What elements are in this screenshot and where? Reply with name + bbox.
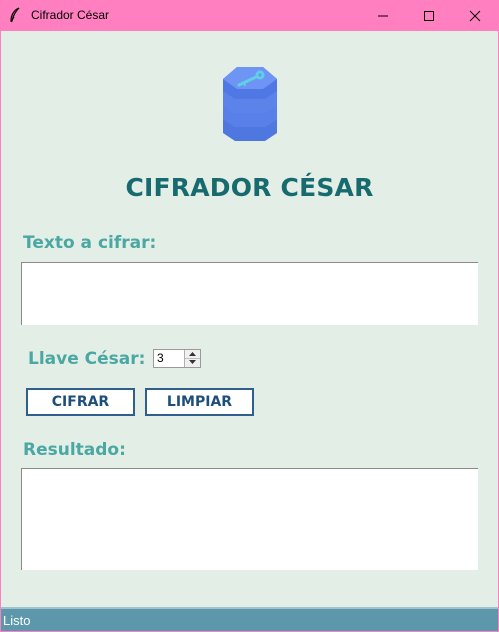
result-output[interactable] — [21, 468, 478, 570]
limpiar-button[interactable]: LIMPIAR — [145, 388, 254, 416]
key-label: Llave César: — [28, 349, 146, 369]
maximize-button[interactable] — [406, 0, 452, 31]
result-label: Resultado: — [23, 440, 126, 460]
spin-arrows — [184, 350, 200, 367]
close-icon — [469, 10, 481, 21]
key-spinbox[interactable]: 3 — [153, 349, 201, 368]
status-bar: Listo — [1, 607, 498, 631]
app-body: CIFRADOR CÉSAR Texto a cifrar: Llave Cés… — [1, 31, 498, 631]
cifrar-button[interactable]: CIFRAR — [26, 388, 135, 416]
text-input[interactable] — [21, 262, 478, 325]
chevron-up-icon — [189, 352, 196, 356]
chevron-down-icon — [189, 360, 196, 364]
key-value[interactable]: 3 — [157, 351, 164, 365]
title-bar[interactable]: Cifrador César — [0, 0, 499, 31]
page-title: CIFRADOR CÉSAR — [125, 173, 374, 202]
feather-icon — [10, 7, 20, 23]
input-label: Texto a cifrar: — [23, 233, 157, 253]
spin-down-button[interactable] — [185, 358, 200, 366]
window-title: Cifrador César — [31, 8, 110, 22]
minimize-icon — [378, 15, 388, 16]
maximize-icon — [424, 10, 434, 21]
stacked-coins-key-icon — [223, 67, 277, 141]
minimize-button[interactable] — [360, 0, 406, 31]
close-button[interactable] — [452, 0, 498, 31]
status-text: Listo — [3, 613, 31, 628]
